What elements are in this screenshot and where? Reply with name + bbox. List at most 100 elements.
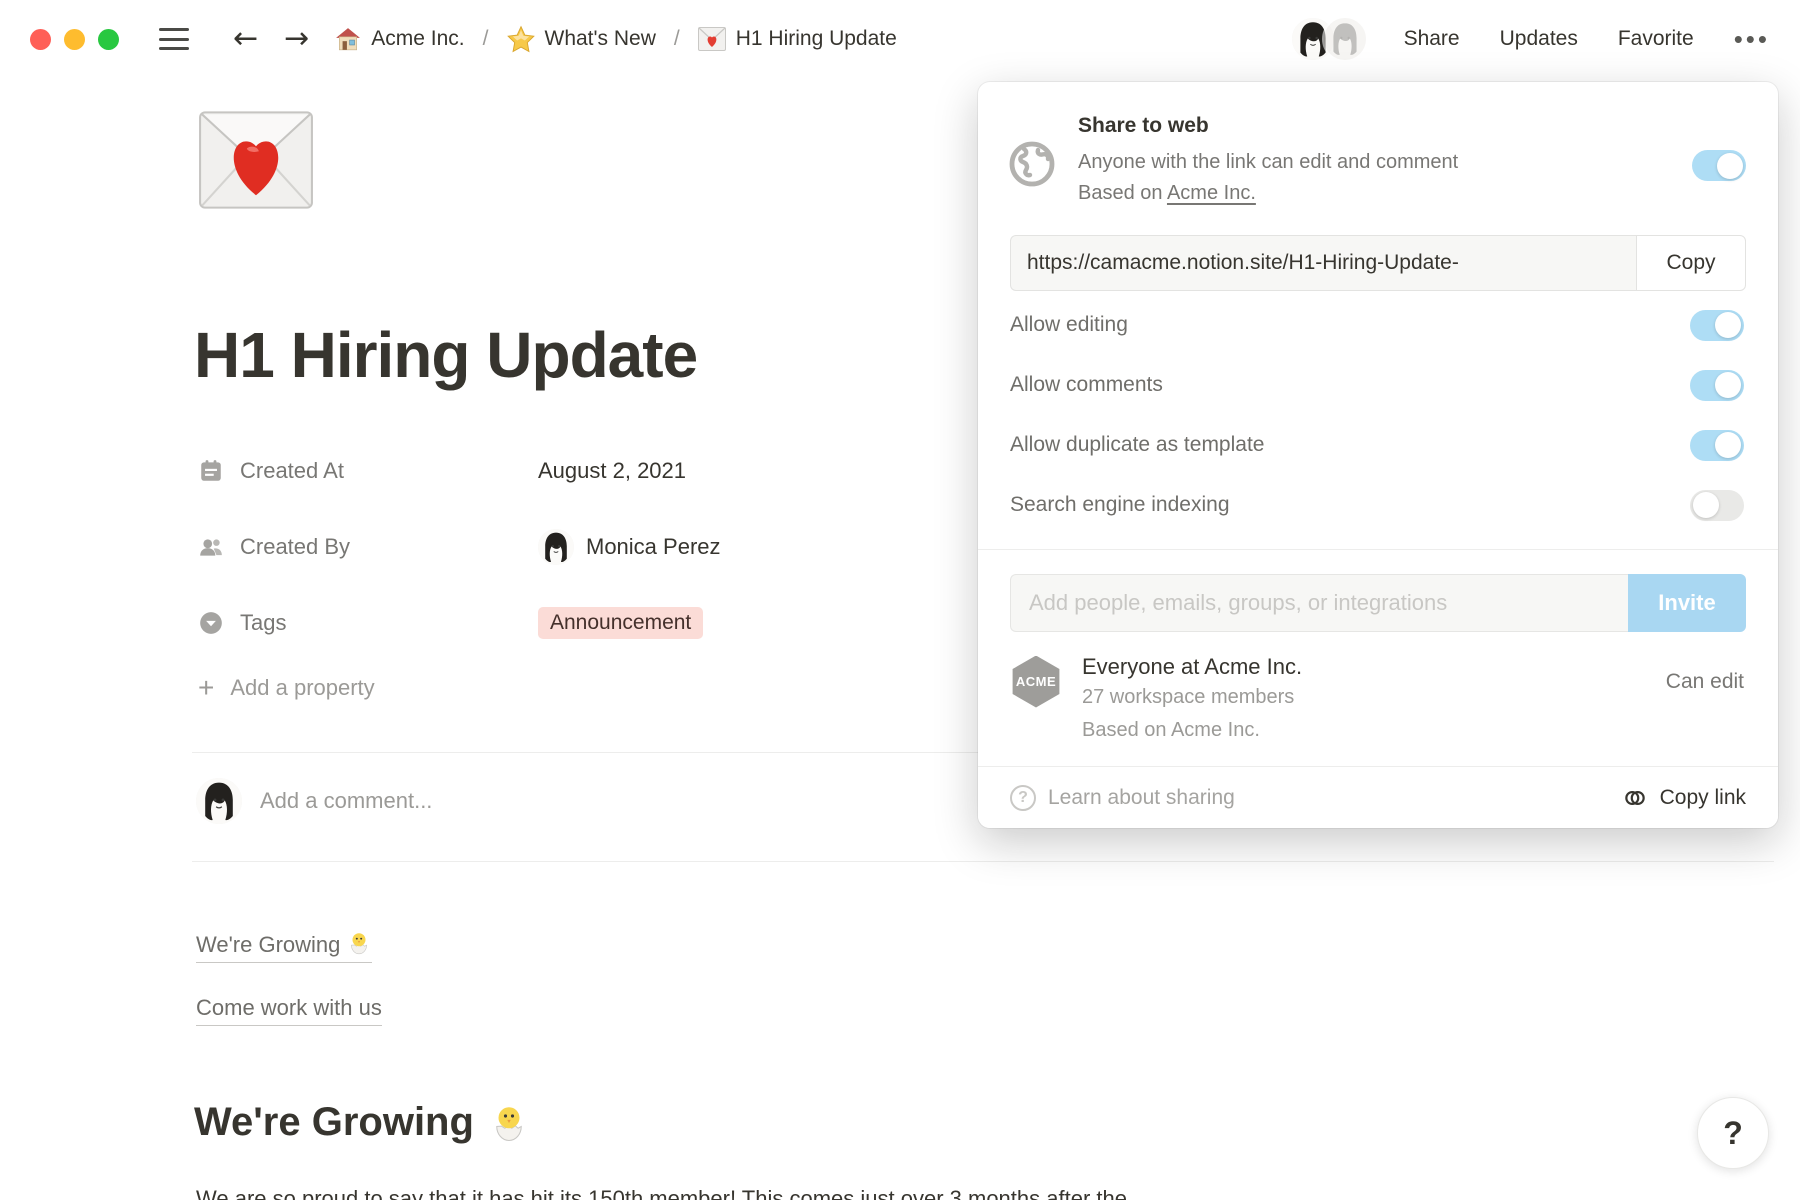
member-row-everyone[interactable]: ACME Everyone at Acme Inc. 27 workspace … [1010, 654, 1744, 709]
breadcrumb-label: What's New [545, 27, 656, 51]
allow-comments-toggle[interactable] [1690, 370, 1744, 401]
member-row-clipped: Based on Acme Inc. [1082, 719, 1744, 742]
breadcrumb-current-page[interactable]: H1 Hiring Update [698, 27, 897, 51]
share-to-web-subtitle: Anyone with the link can edit and commen… [1078, 147, 1670, 178]
copy-link-button[interactable]: Copy link [1622, 785, 1746, 811]
sidebar-menu-icon[interactable] [159, 28, 189, 50]
more-options-icon[interactable]: ••• [1734, 24, 1770, 55]
toc-link-come-work-with-us[interactable]: Come work with us [196, 995, 382, 1026]
share-to-web-title: Share to web [1078, 114, 1670, 138]
allow-duplicate-toggle[interactable] [1690, 430, 1744, 461]
hatching-chick-icon [346, 930, 372, 956]
page-properties: Created At August 2, 2021 Created By [198, 446, 958, 702]
member-name: Everyone at Acme Inc. [1082, 654, 1646, 680]
option-label: Allow editing [1010, 313, 1128, 337]
breadcrumb-workspace[interactable]: Acme Inc. [335, 26, 464, 52]
globe-icon [1008, 140, 1056, 188]
search-indexing-toggle[interactable] [1690, 490, 1744, 521]
section-heading-were-growing: We're Growing [194, 1100, 530, 1145]
plus-icon: + [198, 674, 214, 702]
property-key: Created By [198, 534, 538, 560]
popover-footer: ? Learn about sharing Copy link [978, 766, 1778, 828]
property-row-created-by[interactable]: Created By Monica Perez [198, 522, 958, 572]
love-letter-icon [698, 27, 726, 51]
avatar [196, 778, 242, 824]
property-value: August 2, 2021 [538, 458, 686, 484]
property-label: Created By [240, 534, 350, 560]
star-icon [507, 25, 535, 53]
property-key: Created At [198, 458, 538, 484]
option-row-search-indexing: Search engine indexing [978, 475, 1778, 535]
option-row-allow-comments: Allow comments [978, 355, 1778, 415]
link-icon [1622, 785, 1648, 811]
breadcrumb-label: Acme Inc. [371, 27, 464, 51]
table-of-contents: We're Growing Come work with us [196, 930, 382, 1058]
member-access-dropdown[interactable]: Can edit [1666, 670, 1744, 694]
option-label: Allow duplicate as template [1010, 433, 1264, 457]
hatching-chick-icon [488, 1102, 530, 1144]
invite-button[interactable]: Invite [1628, 574, 1746, 632]
invite-input[interactable] [1010, 574, 1628, 632]
property-value: Announcement [538, 607, 703, 639]
share-url-input[interactable] [1010, 235, 1636, 291]
copy-link-label: Copy link [1660, 786, 1746, 810]
help-button[interactable]: ? [1697, 1097, 1769, 1169]
minimize-window-button[interactable] [64, 29, 85, 50]
breadcrumb-separator: / [483, 27, 489, 51]
close-window-button[interactable] [30, 29, 51, 50]
person-name: Monica Perez [586, 534, 721, 560]
window-controls [30, 29, 119, 50]
breadcrumb: Acme Inc. / What's New / H1 Hiring Updat… [335, 25, 897, 53]
share-to-web-section: Share to web Anyone with the link can ed… [978, 82, 1778, 213]
toolbar-actions: Share Updates Favorite ••• [1290, 16, 1770, 62]
based-on-workspace-link[interactable]: Acme Inc. [1167, 182, 1256, 204]
avatar [538, 529, 574, 565]
members-list: ACME Everyone at Acme Inc. 27 workspace … [978, 640, 1778, 766]
breadcrumb-whats-new[interactable]: What's New [507, 25, 656, 53]
property-key: Tags [198, 610, 538, 636]
question-mark-icon: ? [1723, 1115, 1743, 1152]
member-detail: 27 workspace members [1082, 686, 1646, 709]
paragraph-clipped: We are so proud to say that it has hit i… [196, 1186, 1646, 1200]
allow-editing-toggle[interactable] [1690, 310, 1744, 341]
property-row-tags[interactable]: Tags Announcement [198, 598, 958, 648]
learn-about-sharing-link[interactable]: ? Learn about sharing [1010, 785, 1235, 811]
toc-link-were-growing[interactable]: We're Growing [196, 930, 372, 963]
share-button[interactable]: Share [1404, 27, 1460, 51]
breadcrumb-label: H1 Hiring Update [736, 27, 897, 51]
back-arrow-icon[interactable]: ← [233, 24, 258, 54]
based-on-prefix: Based on [1078, 182, 1167, 204]
favorite-button[interactable]: Favorite [1618, 27, 1694, 51]
calendar-icon [198, 458, 224, 484]
acme-logo-text: ACME [1016, 674, 1056, 689]
home-icon [335, 26, 361, 52]
toc-link-label: We're Growing [196, 932, 340, 957]
property-row-created-at[interactable]: Created At August 2, 2021 [198, 446, 958, 496]
breadcrumb-separator: / [674, 27, 680, 51]
based-on-line: Based on Acme Inc. [1078, 178, 1670, 209]
add-comment-row[interactable]: Add a comment... [196, 778, 432, 824]
option-label: Allow comments [1010, 373, 1163, 397]
tag-announcement[interactable]: Announcement [538, 607, 703, 639]
page-title[interactable]: H1 Hiring Update [194, 318, 697, 392]
select-dropdown-icon [198, 610, 224, 636]
viewer-avatars[interactable] [1290, 16, 1368, 62]
zoom-window-button[interactable] [98, 29, 119, 50]
option-row-allow-duplicate: Allow duplicate as template [978, 415, 1778, 475]
invite-row: Invite [1010, 574, 1746, 632]
option-row-allow-editing: Allow editing [978, 295, 1778, 355]
people-icon [198, 534, 224, 560]
add-property-button[interactable]: + Add a property [198, 674, 958, 702]
share-to-web-toggle[interactable] [1692, 150, 1746, 181]
add-property-label: Add a property [230, 675, 374, 701]
share-url-row: Copy [1010, 235, 1746, 291]
add-comment-placeholder: Add a comment... [260, 788, 432, 814]
acme-workspace-logo: ACME [1010, 656, 1062, 708]
help-circle-icon: ? [1010, 785, 1036, 811]
option-label: Search engine indexing [1010, 493, 1230, 517]
content-divider [192, 861, 1774, 862]
page-emoji-love-letter-icon[interactable] [198, 110, 314, 226]
updates-button[interactable]: Updates [1500, 27, 1578, 51]
forward-arrow-icon[interactable]: → [284, 24, 309, 54]
copy-url-button[interactable]: Copy [1636, 235, 1746, 291]
